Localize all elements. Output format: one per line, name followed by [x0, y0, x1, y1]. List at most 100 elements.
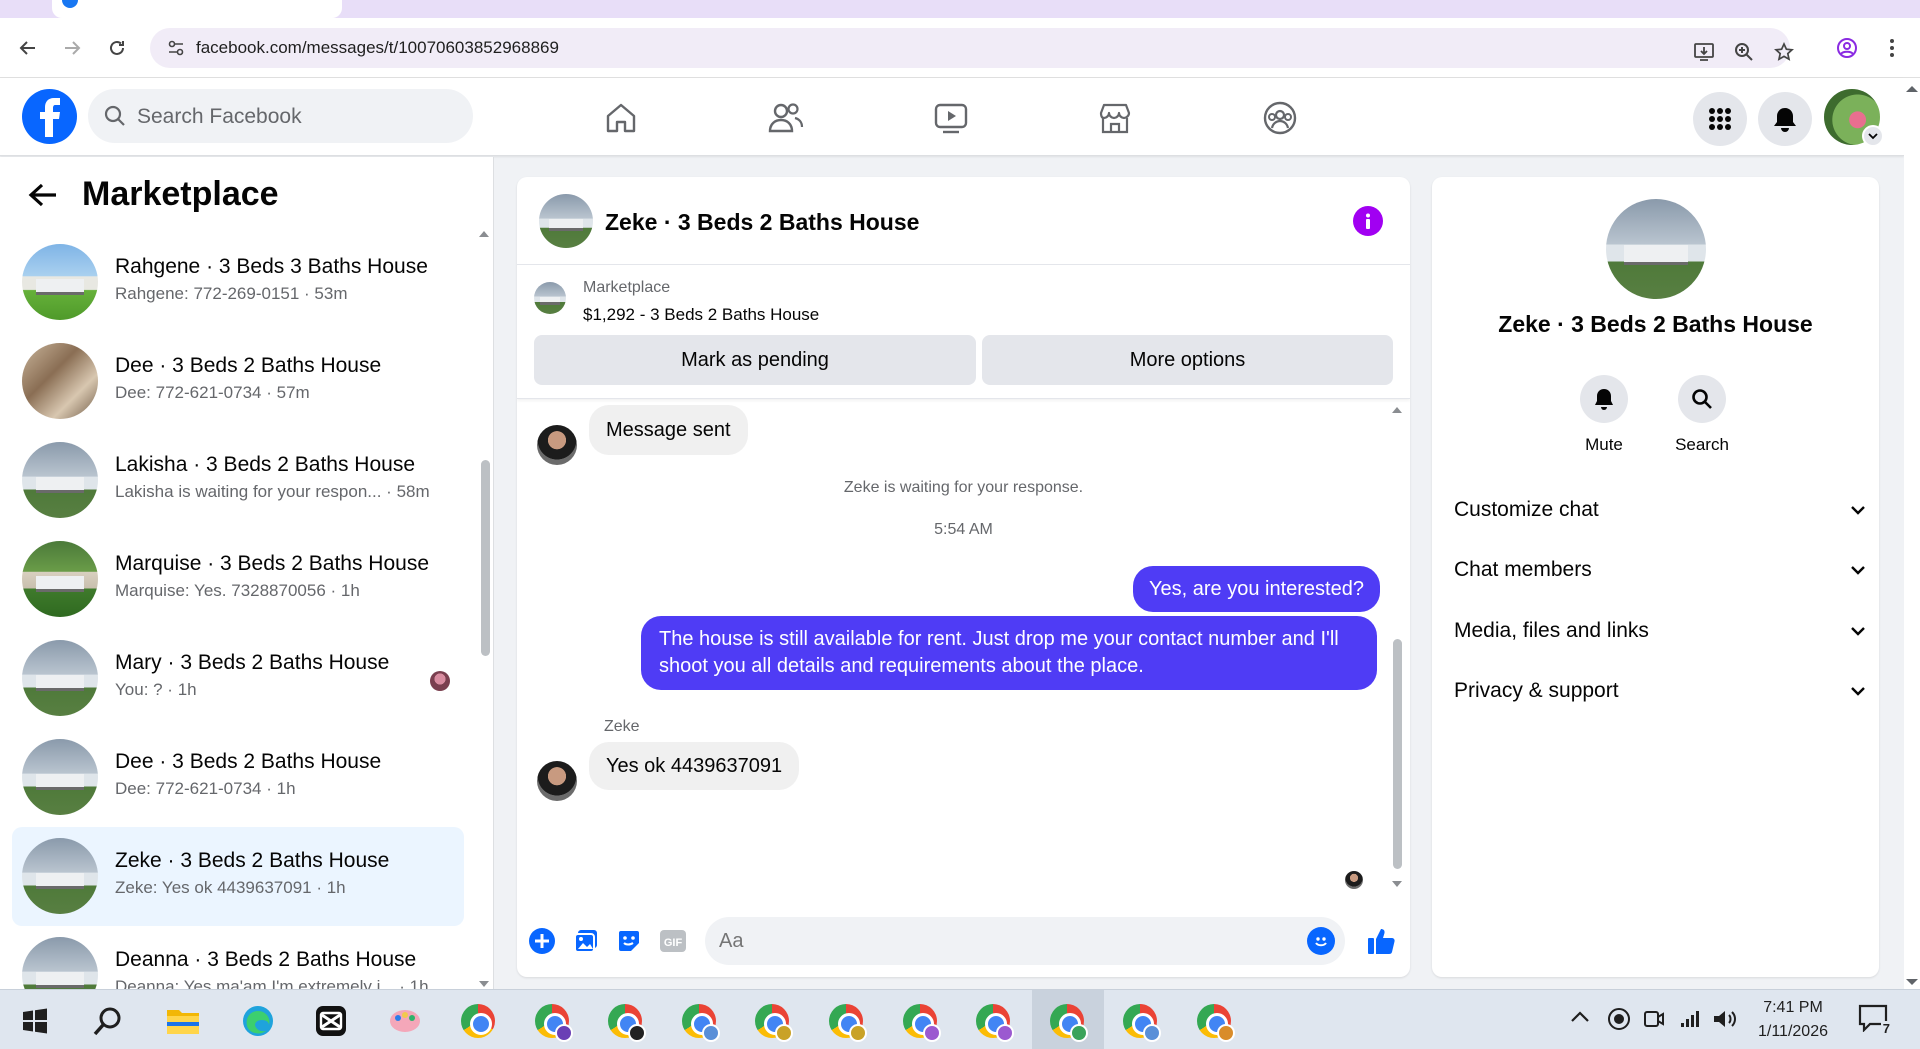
mute-button[interactable]: Mute [1559, 375, 1649, 455]
page-scroll-down-icon[interactable] [1905, 977, 1919, 987]
forward-button[interactable] [56, 32, 88, 64]
chrome-profile-icon[interactable] [602, 998, 648, 1044]
url-text[interactable]: facebook.com/messages/t/1007060385296886… [196, 38, 559, 58]
thumbs-up-icon[interactable] [1363, 926, 1399, 956]
video-icon [934, 103, 968, 134]
conversation-item[interactable]: Lakisha · 3 Beds 2 Baths House Lakisha i… [12, 431, 464, 530]
back-arrow-icon[interactable] [28, 182, 58, 208]
chrome-profile-icon[interactable] [749, 998, 795, 1044]
chrome-profile-icon[interactable] [897, 998, 943, 1044]
record-icon[interactable] [1607, 1007, 1631, 1031]
friends-icon [768, 103, 804, 133]
conversation-item[interactable]: Dee · 3 Beds 2 Baths House Dee: 772-621-… [12, 332, 464, 431]
scroll-down-icon[interactable] [478, 979, 490, 989]
windows-logo-icon [23, 1008, 47, 1034]
nav-video[interactable] [896, 90, 1006, 146]
zoom-icon[interactable] [1730, 38, 1758, 66]
nav-friends[interactable] [731, 90, 841, 146]
chrome-profile-icon[interactable] [1117, 998, 1163, 1044]
scroll-up-icon[interactable] [478, 229, 490, 239]
info-icon[interactable] [1353, 206, 1383, 236]
message-field[interactable] [705, 917, 1345, 965]
privacy-support-section[interactable]: Privacy & support [1454, 666, 1866, 716]
gif-icon[interactable]: GIF [658, 926, 688, 956]
message-thread: Message sent Zeke is waiting for your re… [517, 400, 1410, 900]
attach-photo-icon[interactable] [571, 926, 601, 956]
chat-window: Zeke · 3 Beds 2 Baths House Marketplace … [517, 177, 1410, 977]
facebook-search-box[interactable]: Search Facebook [88, 89, 473, 143]
address-bar[interactable]: facebook.com/messages/t/1007060385296886… [150, 28, 1794, 68]
browser-menu-icon[interactable] [1876, 32, 1908, 64]
contact-avatar[interactable] [1606, 199, 1706, 299]
sender-name: Zeke [604, 718, 640, 735]
message-input[interactable] [719, 917, 1279, 965]
edge-browser-icon[interactable] [235, 998, 281, 1044]
file-explorer-icon[interactable] [160, 998, 206, 1044]
profile-icon[interactable] [1831, 32, 1863, 64]
site-settings-icon[interactable] [166, 38, 186, 58]
conversation-item[interactable]: Marquise · 3 Beds 2 Baths House Marquise… [12, 530, 464, 629]
chat-avatar[interactable] [539, 194, 593, 248]
conversation-preview: Zeke: Yes ok 4439637091 · 1h [115, 878, 346, 897]
browser-active-tab[interactable] [52, 0, 342, 18]
account-chevron-icon[interactable] [1862, 125, 1884, 147]
start-button[interactable] [12, 998, 58, 1044]
conversation-item[interactable]: Mary · 3 Beds 2 Baths House You: ? · 1h [12, 629, 464, 728]
bookmark-star-icon[interactable] [1770, 38, 1798, 66]
conversation-item[interactable]: Dee · 3 Beds 2 Baths House Dee: 772-621-… [12, 728, 464, 827]
notification-count: 7 [1880, 1021, 1892, 1036]
chrome-profile-icon[interactable] [970, 998, 1016, 1044]
chat-title[interactable]: Zeke · 3 Beds 2 Baths House [605, 209, 919, 236]
emoji-icon[interactable] [1307, 927, 1335, 955]
facebook-logo-icon[interactable] [22, 89, 77, 144]
menu-grid-button[interactable] [1693, 92, 1747, 146]
groups-icon [1263, 101, 1297, 135]
notifications-button[interactable] [1758, 92, 1812, 146]
chrome-profile-icon[interactable] [676, 998, 722, 1044]
chat-scroll-thumb[interactable] [1393, 639, 1402, 869]
chrome-profile-icon[interactable] [1191, 998, 1237, 1044]
read-receipt-avatar [1345, 871, 1363, 889]
nav-home[interactable] [566, 90, 676, 146]
chrome-icon[interactable] [455, 998, 501, 1044]
paint-app-icon[interactable] [382, 998, 428, 1044]
media-files-links-section[interactable]: Media, files and links [1454, 606, 1866, 656]
back-button[interactable] [12, 32, 44, 64]
mark-as-pending-button[interactable]: Mark as pending [534, 335, 976, 385]
section-label: Customize chat [1454, 498, 1599, 521]
back-arrow-icon [19, 41, 35, 55]
page-scrollbar[interactable] [1904, 78, 1920, 989]
add-more-icon[interactable] [527, 926, 557, 956]
conversation-item[interactable]: Rahgene · 3 Beds 3 Baths House Rahgene: … [12, 233, 464, 332]
show-hidden-icons-icon[interactable] [1570, 1010, 1590, 1024]
conversation-scroll-thumb[interactable] [481, 460, 490, 656]
volume-icon[interactable] [1712, 1007, 1738, 1031]
chat-scroll-down-icon[interactable] [1391, 879, 1403, 889]
notification-center-button[interactable]: 7 [1858, 1004, 1892, 1036]
chrome-profile-icon[interactable] [529, 998, 575, 1044]
account-avatar[interactable] [1824, 89, 1884, 147]
sticker-icon[interactable] [614, 926, 644, 956]
network-icon[interactable] [1678, 1007, 1702, 1031]
taskbar-clock[interactable]: 7:41 PM 1/11/2026 [1738, 996, 1848, 1044]
reload-button[interactable] [101, 32, 133, 64]
conversation-name: Dee · 3 Beds 2 Baths House [115, 354, 382, 377]
conversation-item-active[interactable]: Zeke · 3 Beds 2 Baths House Zeke: Yes ok… [12, 827, 464, 926]
nav-marketplace[interactable] [1060, 90, 1170, 146]
install-app-icon[interactable] [1690, 38, 1718, 66]
chat-scroll-up-icon[interactable] [1391, 405, 1403, 415]
chrome-profile-icon-active[interactable] [1044, 998, 1090, 1044]
page-scroll-up-icon[interactable] [1905, 84, 1919, 94]
listing-avatar[interactable] [534, 282, 566, 314]
more-options-button[interactable]: More options [982, 335, 1393, 385]
capcut-icon[interactable] [308, 998, 354, 1044]
search-in-conversation-button[interactable]: Search [1657, 375, 1747, 455]
meet-now-icon[interactable] [1642, 1007, 1666, 1031]
nav-groups[interactable] [1225, 90, 1335, 146]
listing-price[interactable]: $1,292 - 3 Beds 2 Baths House [583, 305, 819, 325]
conversation-item[interactable]: Deanna · 3 Beds 2 Baths House Deanna: Ye… [12, 926, 464, 989]
chrome-profile-icon[interactable] [823, 998, 869, 1044]
customize-chat-section[interactable]: Customize chat [1454, 485, 1866, 535]
taskbar-search-button[interactable] [85, 998, 131, 1044]
chat-members-section[interactable]: Chat members [1454, 545, 1866, 595]
